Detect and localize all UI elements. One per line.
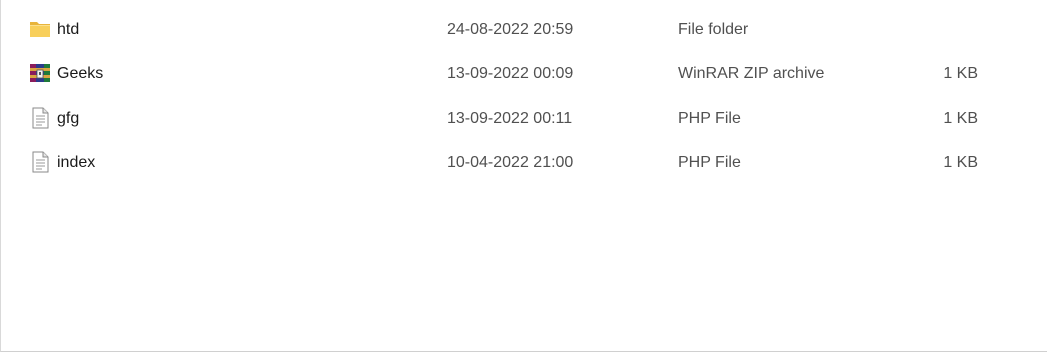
file-name: gfg: [57, 110, 80, 127]
file-type: WinRAR ZIP archive: [678, 65, 825, 82]
file-row-htd[interactable]: htd 24-08-2022 20:59 File folder: [2, 8, 1047, 52]
file-row-index[interactable]: index 10-04-2022 21:00 PHP File 1 KB: [2, 141, 1047, 185]
file-size: [882, 8, 978, 52]
file-type: File folder: [678, 21, 749, 38]
file-date-modified: 13-09-2022 00:11: [447, 110, 573, 127]
file-date-modified: 13-09-2022 00:09: [447, 65, 574, 82]
file-name: htd: [57, 21, 80, 38]
file-row-geeks[interactable]: Geeks 13-09-2022 00:09 WinRAR ZIP archiv…: [2, 52, 1047, 96]
file-type: PHP File: [678, 110, 741, 127]
file-name: Geeks: [57, 65, 104, 82]
file-size: 1 KB: [943, 154, 978, 171]
file-type: PHP File: [678, 154, 741, 171]
file-list-pane: htd 24-08-2022 20:59 File folder Geeks 1…: [0, 0, 1047, 352]
folder-icon: [29, 18, 51, 40]
file-date-modified: 10-04-2022 21:00: [447, 154, 574, 171]
file-size: 1 KB: [943, 65, 978, 82]
file-icon: [29, 107, 51, 129]
file-date-modified: 24-08-2022 20:59: [447, 21, 574, 38]
file-row-gfg[interactable]: gfg 13-09-2022 00:11 PHP File 1 KB: [2, 97, 1047, 141]
file-name: index: [57, 154, 96, 171]
winrar-archive-icon: [29, 62, 51, 84]
file-size: 1 KB: [943, 110, 978, 127]
file-icon: [29, 151, 51, 173]
